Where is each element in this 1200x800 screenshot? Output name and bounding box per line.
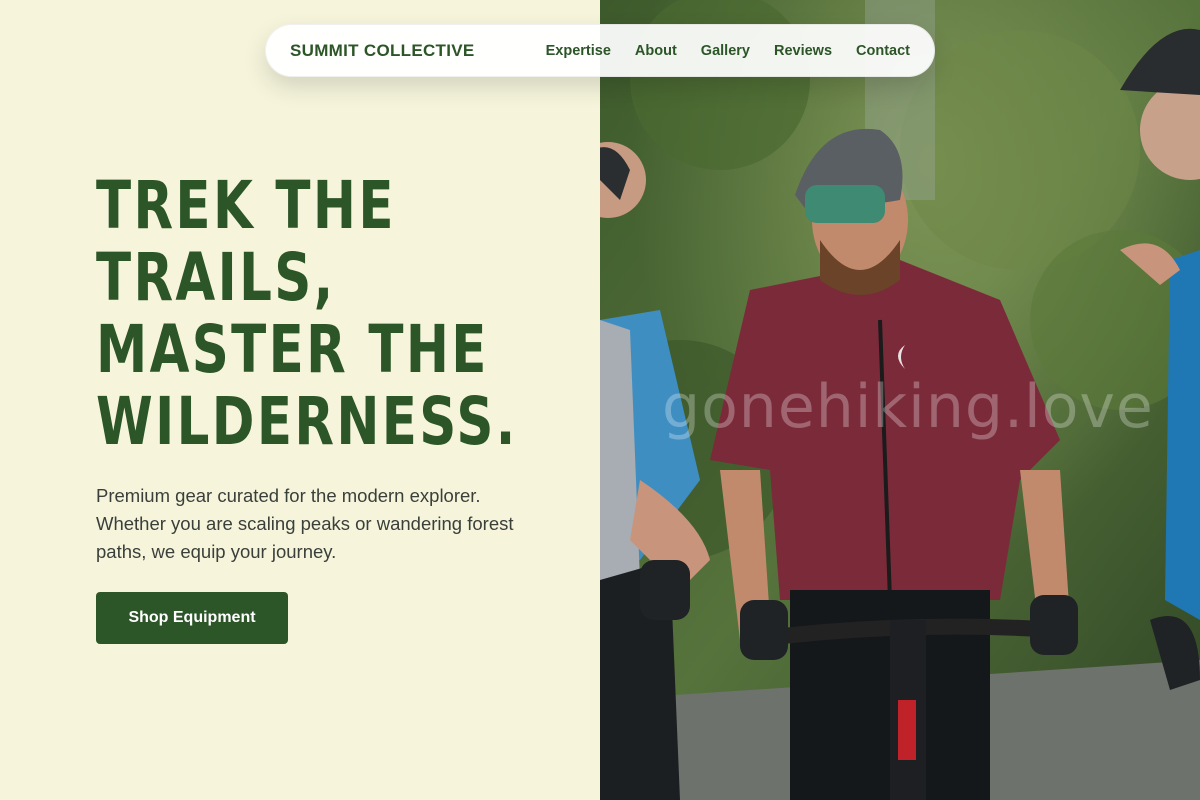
headline-line-4: WILDERNESS. bbox=[96, 383, 518, 460]
nav-link-about[interactable]: About bbox=[635, 43, 677, 59]
hero-headline: TREK THE TRAILS, MASTER THE WILDERNESS. bbox=[96, 170, 576, 458]
hero-subtext: Premium gear curated for the modern expl… bbox=[96, 485, 514, 562]
landing-page: gonehiking.love SUMMIT COLLECTIVE Expert… bbox=[0, 0, 1200, 800]
brand-logo-text[interactable]: SUMMIT COLLECTIVE bbox=[290, 41, 475, 61]
headline-line-2: TRAILS, bbox=[96, 239, 336, 316]
headline-line-1: TREK THE bbox=[96, 167, 396, 244]
nav-link-reviews[interactable]: Reviews bbox=[774, 43, 832, 59]
hero-photo-cyclists bbox=[600, 0, 1200, 800]
nav-link-contact[interactable]: Contact bbox=[856, 43, 910, 59]
headline-line-3: MASTER THE bbox=[96, 311, 489, 388]
nav-link-expertise[interactable]: Expertise bbox=[546, 43, 611, 59]
shop-equipment-button[interactable]: Shop Equipment bbox=[96, 592, 288, 644]
nav-link-gallery[interactable]: Gallery bbox=[701, 43, 750, 59]
cyclists-illustration bbox=[600, 0, 1200, 800]
top-navigation: SUMMIT COLLECTIVE Expertise About Galler… bbox=[265, 24, 935, 77]
nav-links: Expertise About Gallery Reviews Contact bbox=[546, 43, 910, 59]
